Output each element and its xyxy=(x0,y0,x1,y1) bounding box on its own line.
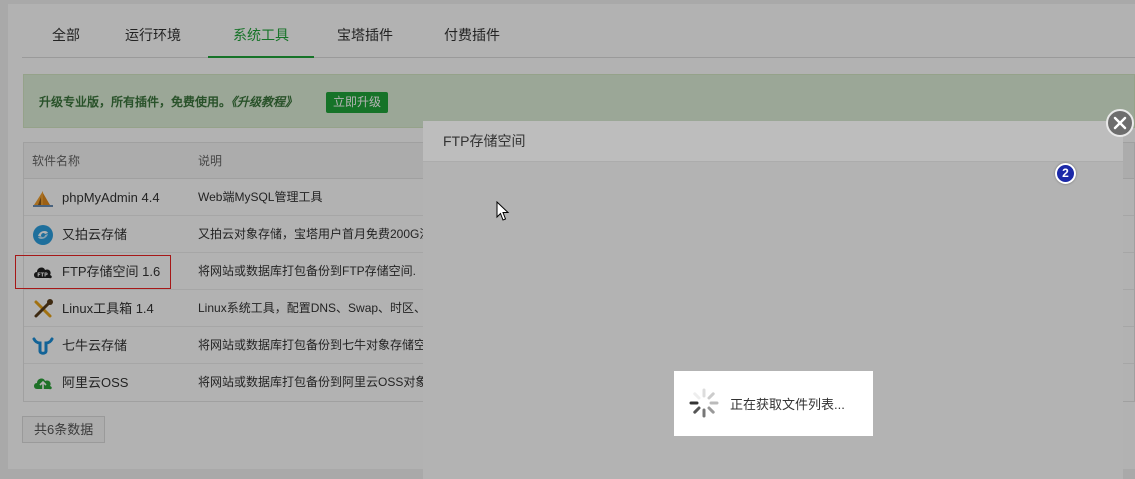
dialog-header: FTP存储空间 xyxy=(423,121,1123,162)
loading-box: 正在获取文件列表... xyxy=(674,371,873,436)
loading-text: 正在获取文件列表... xyxy=(730,397,845,412)
close-dialog-button[interactable] xyxy=(1106,109,1134,137)
step-badge: 2 xyxy=(1055,163,1076,184)
close-icon xyxy=(1113,116,1127,130)
dialog-title: FTP存储空间 xyxy=(443,133,526,149)
mouse-cursor-icon xyxy=(496,200,510,225)
spinner-icon xyxy=(688,387,720,419)
